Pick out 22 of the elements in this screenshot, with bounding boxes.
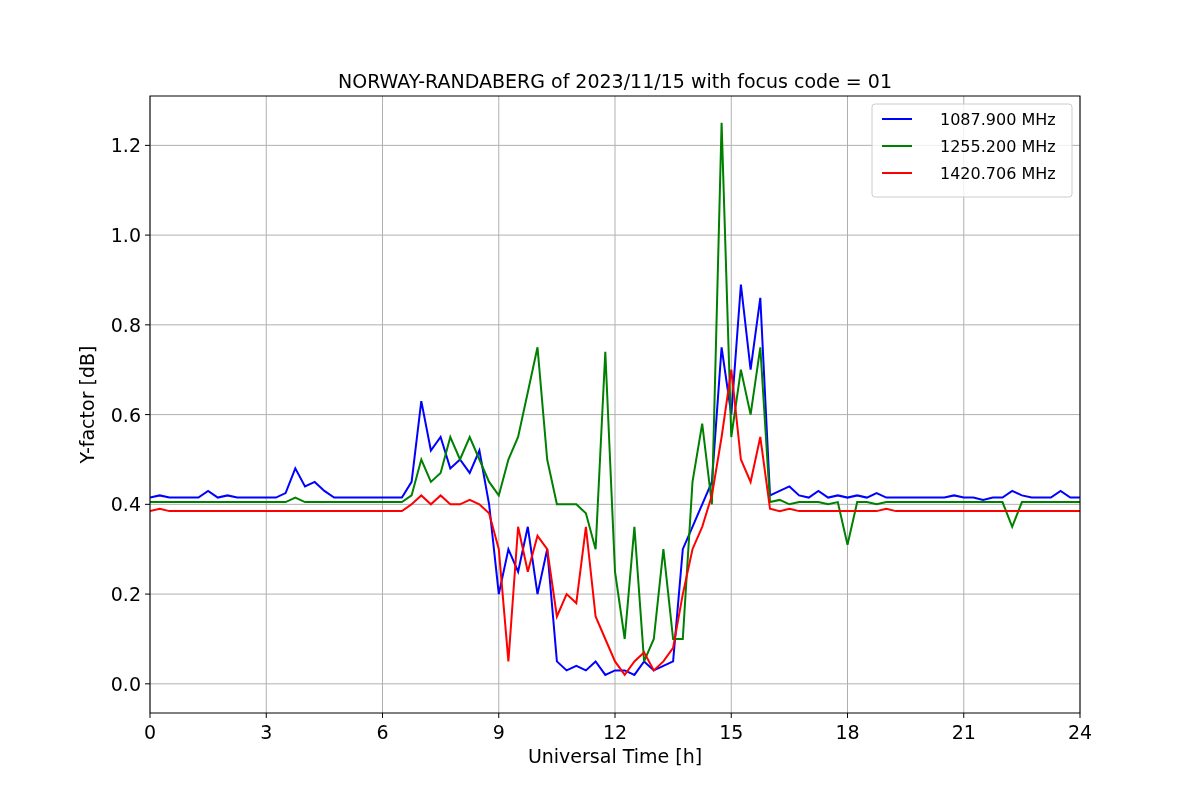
y-tick-label: 0.0 (110, 672, 141, 695)
x-tick-label: 21 (951, 721, 976, 743)
legend-label: 1087.900 MHz (940, 110, 1056, 129)
y-tick-label: 1.2 (110, 134, 141, 157)
y-tick-label: 0.6 (110, 403, 141, 426)
x-tick-label: 6 (376, 721, 389, 743)
x-tick-label: 18 (835, 721, 860, 743)
y-tick-label: 0.4 (110, 493, 141, 516)
x-tick-label: 9 (492, 721, 505, 743)
legend-label: 1420.706 MHz (940, 164, 1056, 183)
x-tick-label: 0 (143, 721, 157, 743)
x-tick-label: 3 (260, 721, 273, 743)
legend-label: 1255.200 MHz (940, 137, 1056, 156)
chart-title: NORWAY-RANDABERG of 2023/11/15 with focus code = 01 (338, 70, 892, 92)
y-tick-label: 0.8 (110, 313, 141, 336)
y-tick-label: 0.2 (110, 583, 141, 606)
x-tick-label: 24 (1067, 721, 1093, 743)
x-axis-label: Universal Time [h] (527, 745, 703, 767)
y-tick-label: 1.0 (110, 224, 141, 247)
x-tick-label: 15 (719, 721, 744, 743)
y-axis-label: Y-factor [dB] (76, 345, 98, 464)
x-tick-label: 12 (602, 721, 628, 743)
